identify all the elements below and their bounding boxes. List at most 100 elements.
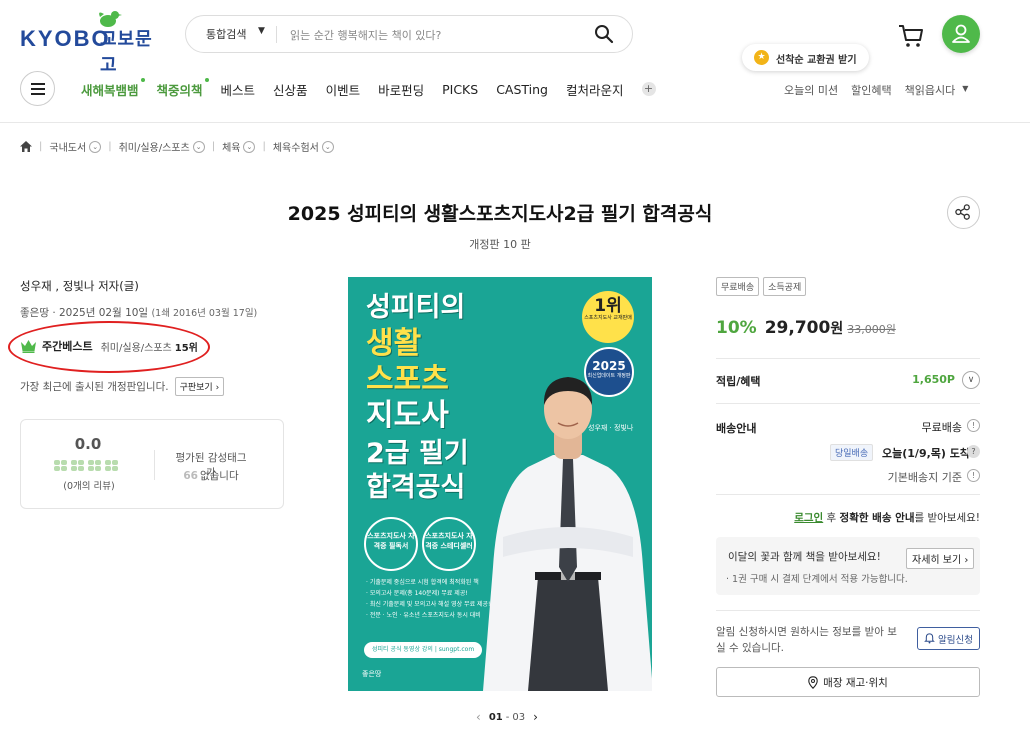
- rating-score: 0.0: [74, 435, 102, 453]
- notify-button-label: 알림신청: [938, 634, 973, 646]
- cover-title-line: 성피티의: [366, 292, 466, 323]
- info-icon[interactable]: !: [967, 419, 980, 432]
- breadcrumb-hobby[interactable]: 취미/실용/스포츠: [119, 139, 190, 154]
- location-pin-icon: [808, 675, 818, 689]
- new-dot-icon: [204, 77, 209, 82]
- share-icon: [955, 204, 970, 220]
- cover-publisher: 좋은땅: [362, 670, 382, 678]
- gift-details-button[interactable]: 자세히 보기 ›: [906, 548, 975, 569]
- emotion-tag-value: 66 없습니다: [171, 468, 251, 483]
- nav-item-casting[interactable]: CASTing: [496, 82, 548, 97]
- product-title: 2025 성피티의 생활스포츠지도사2급 필기 합격공식: [287, 203, 713, 225]
- nav-item-new-year-event[interactable]: 새해복뱀뱀: [81, 77, 145, 99]
- flower-gift-banner: 이달의 꽃과 함께 책을 받아보세요! 자세히 보기 › · 1권 구매 시 결…: [716, 537, 980, 595]
- notify-button[interactable]: 알림신청: [917, 627, 980, 650]
- bell-icon: [924, 633, 935, 644]
- nav-item-culture-lounge[interactable]: 컬처라운지: [566, 80, 624, 99]
- nav-link-read-books[interactable]: 책읽읍시다: [905, 82, 956, 98]
- gift-subtext: · 1권 구매 시 결제 단계에서 적용 가능합니다.: [726, 574, 908, 585]
- chevron-left-icon[interactable]: ‹: [476, 710, 481, 724]
- cover-title-line: 생활: [366, 326, 422, 361]
- chevron-down-icon[interactable]: ⌄: [243, 140, 256, 153]
- clover-icon: [105, 460, 119, 472]
- search-input[interactable]: [290, 25, 590, 45]
- store-stock-button[interactable]: 매장 재고·위치: [716, 667, 980, 697]
- home-icon[interactable]: [20, 141, 32, 152]
- base-address-note[interactable]: 기본배송지 기준: [880, 469, 962, 485]
- red-highlight-annotation: [8, 321, 210, 373]
- breadcrumb-physical-ed[interactable]: 체육: [222, 139, 240, 154]
- original-price: 33,000원: [847, 323, 896, 336]
- search-icon[interactable]: [594, 24, 614, 44]
- chevron-down-icon[interactable]: ⌄: [192, 140, 205, 153]
- info-icon[interactable]: !: [967, 469, 980, 482]
- search-scope-select[interactable]: 통합검색: [206, 26, 246, 42]
- previous-edition-button[interactable]: 구판보기 ›: [174, 377, 225, 396]
- book-cover-image[interactable]: 성피티의 생활 스포츠 지도사 2급 필기 합격공식 1위 스포츠지도사 교재판…: [348, 277, 652, 691]
- shipping-label: 배송안내: [716, 422, 757, 435]
- cover-title-line: 스포츠: [366, 362, 449, 397]
- nav-right-links: 오늘의 미션 할인혜택 책읽읍시다 ▼: [784, 82, 968, 98]
- chevron-right-icon[interactable]: ›: [533, 710, 538, 724]
- badge-free-shipping: 무료배송: [716, 277, 760, 296]
- login-prompt: 로그인 후 정확한 배송 안내를 받아보세요!: [794, 512, 980, 524]
- section-divider: [716, 610, 980, 611]
- cover-title-line: 지도사: [366, 398, 449, 433]
- nav-item-best[interactable]: 베스트: [221, 80, 256, 99]
- product-badges: 무료배송 소득공제: [716, 277, 810, 296]
- publisher-date[interactable]: 좋은땅 · 2025년 02월 10일: [20, 307, 148, 319]
- breadcrumb-separator: |: [108, 141, 112, 152]
- search-bar: 통합검색 ▼: [185, 15, 633, 53]
- store-stock-label: 매장 재고·위치: [823, 676, 888, 689]
- clover-icon: [71, 460, 85, 472]
- caret-down-icon[interactable]: ▼: [258, 26, 265, 36]
- price-currency: 원: [830, 321, 844, 337]
- emotion-tag-text: 없습니다: [199, 470, 239, 482]
- quote-icon: 66: [183, 470, 198, 482]
- breadcrumb-exam-books[interactable]: 체육수험서: [273, 139, 319, 154]
- cover-title-line: 2급 필기: [366, 438, 469, 469]
- nav-link-mission[interactable]: 오늘의 미션: [784, 82, 838, 98]
- kyobo-logo[interactable]: KYOBO 교보문고: [20, 8, 165, 76]
- sale-price: 29,700: [764, 318, 831, 338]
- arrival-date: 오늘(1/9,목) 도착: [882, 447, 970, 460]
- header-divider: [0, 122, 1030, 123]
- login-link[interactable]: 로그인: [794, 512, 823, 524]
- first-print-date: (1쇄 2016년 03월 17일): [151, 308, 258, 319]
- chevron-down-icon[interactable]: ⌄: [321, 140, 334, 153]
- cover-feature-list: · 기출문제 중심으로 시험 합격에 최적화된 책 · 모의고사 문제(총 14…: [366, 579, 491, 619]
- author-line[interactable]: 성우재 , 정빛나 저자(글): [20, 278, 139, 294]
- nav-item-picks[interactable]: PICKS: [442, 82, 478, 97]
- nav-item-book-of-books[interactable]: 책중의책: [157, 77, 209, 99]
- nav-link-discount[interactable]: 할인혜택: [851, 82, 891, 98]
- breadcrumb-separator: |: [262, 141, 266, 152]
- discount-rate: 10%: [716, 318, 757, 338]
- help-icon[interactable]: ?: [967, 445, 980, 458]
- user-account-button[interactable]: [942, 15, 980, 53]
- nav-item-new[interactable]: 신상품: [273, 80, 308, 99]
- chevron-down-icon[interactable]: ∨: [962, 371, 980, 389]
- coupon-promo-tooltip[interactable]: ★ 선착순 교환권 받기: [742, 44, 869, 71]
- search-divider: [276, 26, 277, 43]
- pager-current: 01: [488, 711, 503, 723]
- chevron-down-icon[interactable]: ⌄: [89, 140, 102, 153]
- caret-down-icon[interactable]: ▼: [962, 84, 968, 98]
- cover-url-pill: 성피티 공식 동영상 강의 | sungpt.com: [364, 642, 483, 658]
- cover-title-line: 합격공식: [366, 472, 466, 503]
- share-button[interactable]: [947, 196, 980, 229]
- nav-more-plus-icon[interactable]: +: [641, 82, 656, 96]
- cover-author-photo: [483, 377, 652, 691]
- promo-text: 선착순 교환권 받기: [776, 55, 857, 66]
- points-label: 적립/혜택: [716, 375, 761, 388]
- section-divider: [716, 494, 980, 495]
- nav-item-event[interactable]: 이벤트: [326, 80, 361, 99]
- shipping-free: 무료배송: [921, 421, 962, 434]
- logo-text-en: KYOBO: [20, 26, 111, 51]
- cart-icon[interactable]: [898, 24, 924, 48]
- publisher-line: 좋은땅 · 2025년 02월 10일 (1쇄 2016년 03월 17일): [20, 305, 257, 320]
- nav-item-funding[interactable]: 바로펀딩: [378, 80, 424, 99]
- hamburger-menu-button[interactable]: [20, 71, 55, 106]
- gift-title: 이달의 꽃과 함께 책을 받아보세요!: [728, 551, 881, 563]
- breadcrumb-domestic[interactable]: 국내도서: [49, 139, 86, 154]
- review-count[interactable]: (0개의 리뷰): [49, 478, 129, 492]
